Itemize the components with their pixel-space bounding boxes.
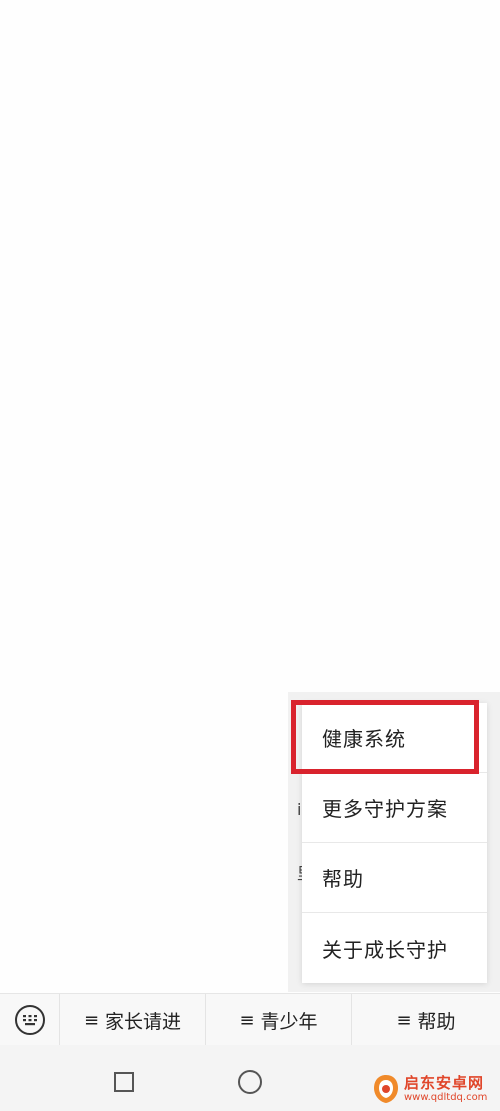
watermark: 启东安卓网 www.qdltdq.com bbox=[372, 1071, 500, 1107]
watermark-url: www.qdltdq.com bbox=[404, 1091, 488, 1103]
square-icon[interactable] bbox=[114, 1072, 134, 1092]
menu-item-more-protection[interactable]: 更多守护方案 bbox=[302, 773, 487, 843]
tab-label: 家长请进 bbox=[105, 1010, 182, 1033]
menu-icon: ≡ bbox=[83, 1009, 100, 1031]
tab-help[interactable]: ≡ 帮助 bbox=[352, 994, 500, 1046]
menu-item-health-system[interactable]: 健康系统 bbox=[302, 703, 487, 773]
keyboard-toggle-button[interactable] bbox=[0, 994, 60, 1046]
bottom-menu-bar: ≡ 家长请进 ≡ 青少年 ≡ 帮助 bbox=[0, 993, 500, 1046]
popup-menu: 健康系统 更多守护方案 帮助 关于成长守护 bbox=[302, 703, 487, 983]
keyboard-icon bbox=[14, 1005, 45, 1035]
menu-item-about[interactable]: 关于成长守护 bbox=[302, 913, 487, 983]
tab-teenager[interactable]: ≡ 青少年 bbox=[206, 994, 352, 1046]
menu-item-label: 帮助 bbox=[322, 867, 364, 891]
menu-icon: ≡ bbox=[239, 1009, 255, 1031]
menu-item-label: 健康系统 bbox=[322, 727, 406, 751]
menu-icon: ≡ bbox=[396, 1009, 412, 1031]
menu-item-label: 关于成长守护 bbox=[322, 937, 448, 962]
menu-item-label: 更多守护方案 bbox=[322, 797, 448, 821]
menu-item-help[interactable]: 帮助 bbox=[302, 843, 487, 913]
watermark-title: 启东安卓网 bbox=[404, 1073, 485, 1092]
watermark-logo-icon bbox=[374, 1075, 398, 1103]
screen: i 里 健康系统 更多守护方案 帮助 关于成长守护 bbox=[0, 0, 500, 1111]
tab-parents[interactable]: ≡ 家长请进 bbox=[60, 994, 206, 1046]
tab-label: 青少年 bbox=[260, 1010, 318, 1033]
circle-icon[interactable] bbox=[238, 1070, 262, 1094]
tab-label: 帮助 bbox=[417, 1010, 456, 1033]
